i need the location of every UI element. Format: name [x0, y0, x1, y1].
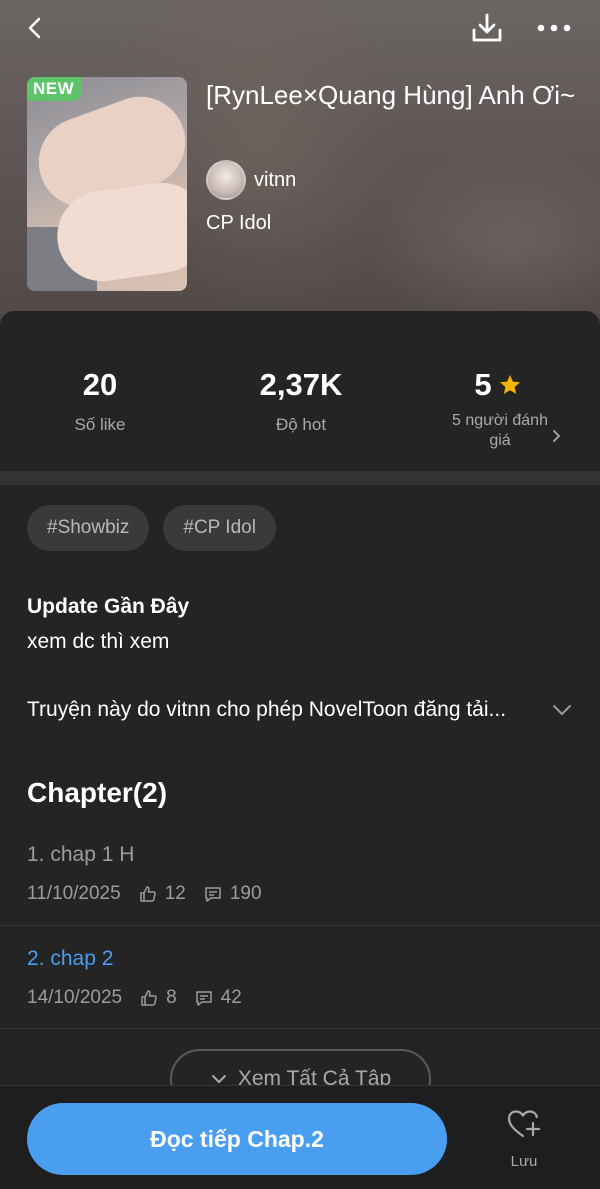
row-divider — [0, 1028, 600, 1029]
hero-background: NEW [RynLee×Quang Hùng] Anh Ơi~ vitnn CP… — [0, 0, 600, 340]
chapter-title: 1. chap 1 H — [27, 843, 135, 866]
stat-likes: 20 Số like — [10, 367, 190, 435]
chapter-row-1[interactable]: 1. chap 1 H 11/10/2025 12 190 — [0, 843, 600, 947]
tag-list: #Showbiz #CP Idol — [27, 505, 276, 551]
chapter-likes: 8 — [166, 987, 177, 1008]
hot-value: 2,37K — [259, 367, 343, 402]
chapter-comments: 190 — [229, 883, 262, 904]
story-cover[interactable]: NEW — [27, 77, 187, 291]
back-icon — [28, 17, 41, 39]
tag-showbiz[interactable]: #Showbiz — [27, 505, 150, 551]
update-heading: Update Gần Đây — [27, 595, 190, 618]
stat-hot: 2,37K Độ hot — [211, 367, 391, 435]
chapter-date: 14/10/2025 — [27, 987, 123, 1008]
tag-cp-idol[interactable]: #CP Idol — [163, 505, 276, 551]
new-badge: NEW — [27, 77, 83, 101]
author-name: vitnn — [254, 168, 297, 191]
chevron-down-icon[interactable] — [551, 699, 573, 721]
comment-icon — [195, 991, 212, 1006]
chapter-comments: 42 — [220, 987, 242, 1008]
details-sheet: 20 Số like 2,37K Độ hot 5 5 người đánh g… — [0, 311, 600, 1189]
avatar — [206, 160, 246, 200]
author-link[interactable]: vitnn — [206, 160, 296, 200]
section-divider — [0, 471, 600, 485]
heart-plus-icon — [507, 1110, 541, 1138]
chapter-meta: 14/10/2025 8 42 — [27, 987, 242, 1009]
genre-label: CP Idol — [206, 212, 272, 234]
chapter-meta: 11/10/2025 12 190 — [27, 883, 262, 905]
download-icon — [472, 13, 502, 42]
save-button[interactable]: Lưu — [493, 1108, 555, 1170]
chapter-row-2[interactable]: 2. chap 2 14/10/2025 8 42 — [0, 947, 600, 1051]
rating-value: 5 — [474, 367, 492, 402]
stats-row: 20 Số like 2,37K Độ hot 5 5 người đánh g… — [0, 311, 600, 471]
row-divider — [0, 925, 600, 926]
chapter-likes: 12 — [164, 883, 186, 904]
save-label: Lưu — [510, 1153, 538, 1170]
thumbs-up-icon — [139, 886, 156, 902]
chapter-heading: Chapter(2) — [27, 777, 168, 808]
rating-row: 5 — [408, 367, 588, 403]
chapter-date: 11/10/2025 — [27, 883, 121, 904]
chevron-right-icon[interactable] — [550, 427, 564, 445]
story-description[interactable]: Truyện này do vitnn cho phép NovelToon đ… — [27, 698, 547, 722]
hot-label: Độ hot — [275, 415, 327, 434]
likes-value: 20 — [82, 367, 118, 402]
comment-icon — [205, 887, 221, 902]
download-button[interactable] — [467, 8, 507, 48]
bottom-bar: Đọc tiếp Chap.2 Lưu — [0, 1085, 600, 1189]
more-button[interactable] — [534, 8, 574, 48]
rating-label: 5 người đánh giá — [452, 412, 548, 449]
back-button[interactable] — [16, 8, 56, 48]
star-icon — [499, 375, 520, 394]
update-text: xem dc thì xem — [27, 630, 170, 653]
continue-reading-button[interactable]: Đọc tiếp Chap.2 — [27, 1103, 447, 1175]
likes-label: Số like — [74, 415, 126, 434]
more-icon — [537, 24, 571, 32]
thumbs-up-icon — [141, 990, 157, 1006]
story-title: [RynLee×Quang Hùng] Anh Ơi~ — [206, 80, 576, 110]
chapter-title: 2. chap 2 — [27, 947, 114, 970]
